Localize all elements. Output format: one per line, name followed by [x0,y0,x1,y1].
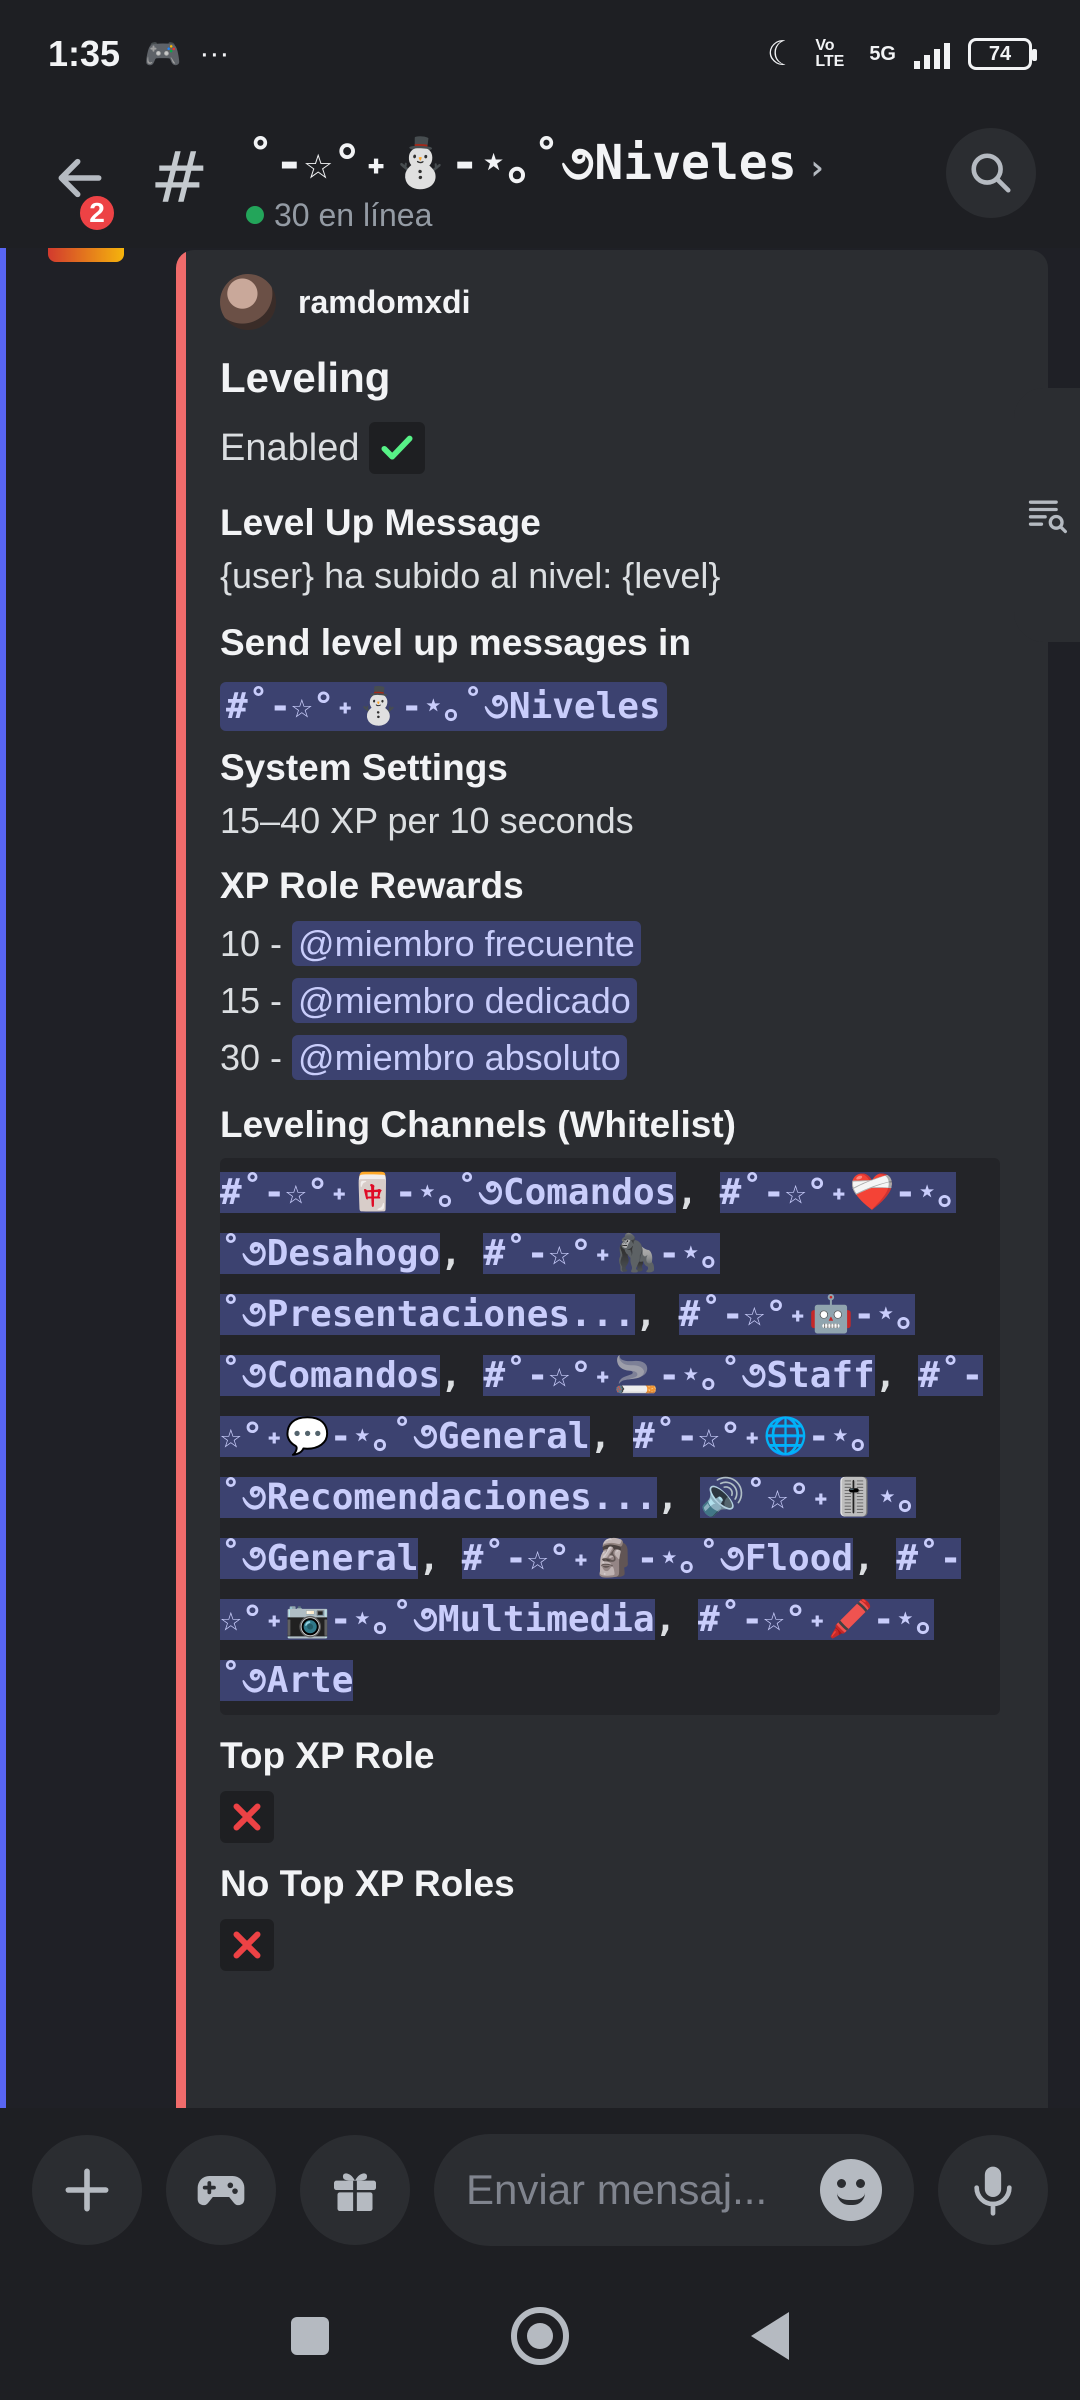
role-mention[interactable]: @miembro frecuente [292,921,641,966]
activities-button[interactable] [166,2135,276,2245]
message-composer: Enviar mensaj... [0,2108,1080,2272]
channel-separator: , [656,1477,701,1518]
role-rewards-list: 10 - @miembro frecuente 15 - @miembro de… [220,915,1000,1086]
enabled-label: Enabled [220,426,360,469]
field-level-up-message-value: {user} ha subido al nivel: {level} [220,555,721,596]
online-dot-icon [246,206,264,224]
field-level-up-message-name: Level Up Message [220,502,541,543]
recents-button[interactable] [291,2317,329,2355]
enabled-status: Enabled [220,422,1000,474]
channel-separator: , [589,1416,633,1457]
leveling-channels-list: #˚-☆°˖🀄-⋆｡˚૭Comandos, #˚-☆°˖❤️‍🩹-⋆｡˚૭Des… [220,1158,1000,1715]
role-reward-level: 30 - [220,1037,293,1078]
channel-title[interactable]: ˚-☆°˖⛄-⋆｡˚૭Niveles › [246,123,827,193]
role-reward-level: 15 - [220,980,293,1021]
channel-separator: , [440,1233,484,1274]
message-input-placeholder: Enviar mensaj... [466,2166,768,2213]
role-reward-row: 30 - @miembro absoluto [220,1029,1000,1086]
field-leveling-channels-name: Leveling Channels (Whitelist) [220,1104,736,1145]
role-reward-row: 15 - @miembro dedicado [220,972,1000,1029]
status-bar: 1:35 🎮 ··· ☾ Vo LTE 5G 74 [0,0,1080,108]
message-list[interactable]: ramdomxdi Leveling Enabled Level Up Mess… [0,248,1080,2108]
battery-icon: 74 [968,38,1037,70]
field-system-settings-name: System Settings [220,747,508,788]
channel-separator: , [676,1172,720,1213]
attach-button[interactable] [32,2135,142,2245]
channel-separator: , [853,1538,897,1579]
role-mention[interactable]: @miembro dedicado [292,978,637,1023]
author-avatar[interactable] [220,274,276,330]
field-top-xp-role-name: Top XP Role [220,1735,435,1776]
volte-label: Vo LTE [815,37,845,70]
signal-icon [914,39,950,69]
channel-mention[interactable]: #˚-☆°˖🀄-⋆｡˚૭Comandos [220,1172,677,1213]
channel-mention[interactable]: #˚-☆°˖🚬-⋆｡˚૭Staff [483,1355,875,1396]
message-input[interactable]: Enviar mensaj... [434,2134,914,2246]
channel-separator: , [440,1355,484,1396]
chevron-right-icon: › [806,147,828,188]
discord-app: 1:35 🎮 ··· ☾ Vo LTE 5G 74 2 # ˚-☆°˖⛄-⋆｡˚… [0,0,1080,2400]
voice-message-button[interactable] [938,2135,1048,2245]
author-name[interactable]: ramdomxdi [298,284,470,321]
threads-drawer-handle[interactable] [1014,388,1080,642]
field-role-rewards-name: XP Role Rewards [220,865,524,906]
discord-notification-icon: 🎮 [144,37,182,71]
search-button[interactable] [946,128,1036,218]
plus-icon [65,2168,109,2212]
cross-mark-icon [220,1919,274,1971]
role-reward-row: 10 - @miembro frecuente [220,915,1000,972]
unread-badge: 2 [76,192,118,234]
home-button[interactable] [511,2307,569,2365]
channel-mention[interactable]: #˚-☆°˖🗿-⋆｡˚૭Flood [461,1538,854,1579]
field-send-in-name: Send level up messages in [220,622,691,663]
channel-mention-niveles[interactable]: #˚-☆°˖⛄-⋆｡˚૭Niveles [220,682,667,731]
role-mention[interactable]: @miembro absoluto [292,1035,627,1080]
online-count: 30 en línea [246,197,827,234]
cross-mark-icon [220,1791,274,1843]
search-icon [971,153,1011,193]
leveling-embed: ramdomxdi Leveling Enabled Level Up Mess… [176,250,1048,2108]
check-mark-icon [369,422,426,474]
back-button[interactable]: 2 [30,128,130,234]
channel-header: 2 # ˚-☆°˖⛄-⋆｡˚૭Niveles › 30 en línea [0,108,1080,248]
embed-color-stripe [176,250,186,2108]
system-back-button[interactable] [751,2312,789,2360]
system-navigation-bar [0,2272,1080,2400]
channel-name: ˚-☆°˖⛄-⋆｡˚૭Niveles [246,134,797,191]
role-reward-level: 10 - [220,923,293,964]
clock: 1:35 [48,33,121,74]
channel-title-block[interactable]: ˚-☆°˖⛄-⋆｡˚૭Niveles › 30 en línea [246,123,827,234]
gamepad-icon [197,2176,245,2206]
channel-separator: , [635,1294,679,1335]
battery-level: 74 [988,42,1012,65]
text-channel-icon: # [150,137,209,219]
online-status-text: 30 en línea [274,196,433,233]
embed-author[interactable]: ramdomxdi [220,274,1000,330]
channel-separator: , [654,1599,698,1640]
gift-button[interactable] [300,2135,410,2245]
embed-title: Leveling [220,354,391,401]
network-label: 5G [869,42,896,65]
field-no-top-xp-roles-name: No Top XP Roles [220,1863,515,1904]
microphone-icon [974,2166,1012,2216]
more-notifications-icon: ··· [199,37,230,70]
unread-indicator [0,248,6,2108]
emoji-icon[interactable] [820,2159,882,2221]
thread-list-icon [1028,500,1067,534]
do-not-disturb-icon: ☾ [766,35,798,73]
gift-icon [334,2173,376,2211]
channel-separator: , [418,1538,462,1579]
previous-message-image [48,248,124,262]
field-system-settings-value: 15–40 XP per 10 seconds [220,800,634,841]
channel-separator: , [874,1355,919,1396]
